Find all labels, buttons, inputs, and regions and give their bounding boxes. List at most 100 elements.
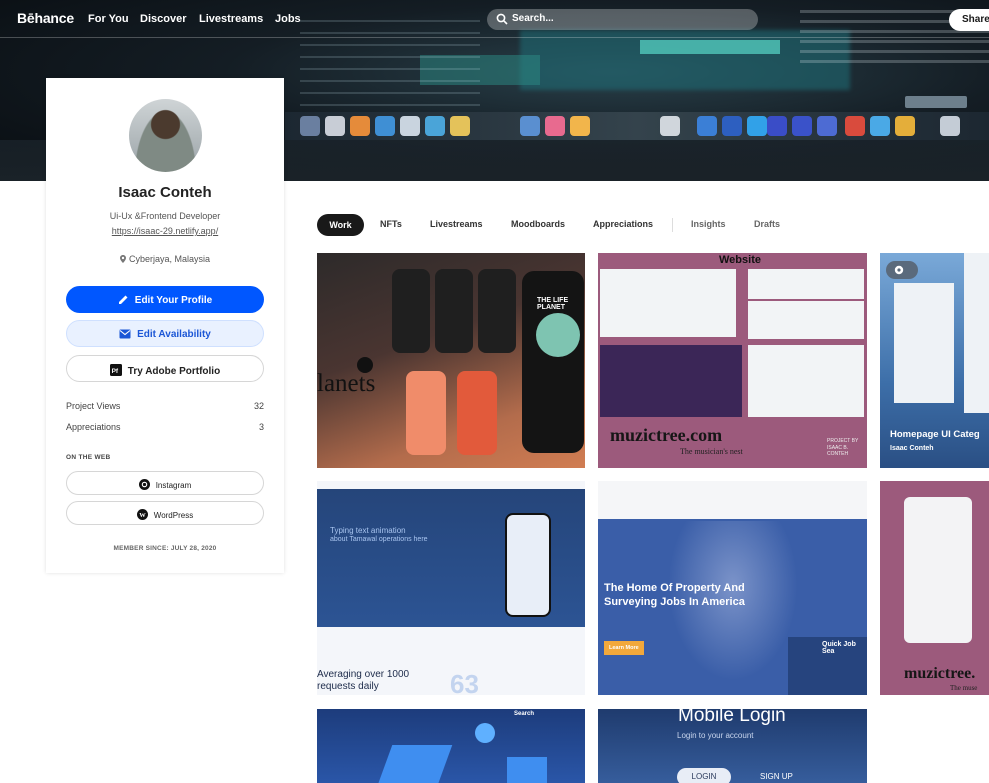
device-graphic <box>377 745 453 783</box>
job-search-label: Quick Job Sea <box>822 641 856 655</box>
edit-profile-button[interactable]: Edit Your Profile <box>66 286 264 313</box>
edit-availability-button[interactable]: Edit Availability <box>66 320 264 347</box>
phone-mockup <box>392 269 430 353</box>
screen-mockup <box>600 345 742 417</box>
instagram-icon <box>138 479 150 490</box>
signup-button: SIGN UP <box>760 772 793 781</box>
project-heading: Website <box>719 254 761 266</box>
project-tagline: The muse <box>950 684 978 692</box>
banner-tag <box>905 96 967 108</box>
project-headline: Surveying Jobs In America <box>604 596 745 608</box>
dock-icon <box>520 116 540 136</box>
edit-profile-label: Edit Your Profile <box>134 295 213 306</box>
settings-menu-button[interactable] <box>886 261 918 279</box>
dock-icon <box>545 116 565 136</box>
profile-name: Isaac Conteh <box>118 184 212 201</box>
pencil-icon <box>118 295 128 304</box>
tab-livestreams[interactable]: Livestreams <box>430 219 483 229</box>
device-graphic <box>475 723 495 743</box>
on-the-web-heading: ON THE WEB <box>66 454 111 461</box>
project-credit: PROJECT BY <box>827 438 859 444</box>
dock-icon <box>350 116 370 136</box>
profile-location: Cyberjaya, Malaysia <box>46 254 284 264</box>
project-heading: Search <box>514 711 535 717</box>
project-tagline: requests daily <box>317 681 379 692</box>
project-owner: Isaac Conteh <box>890 445 934 452</box>
instagram-link[interactable]: Instagram <box>66 471 264 495</box>
project-headline: about Tamawal operations here <box>330 536 428 543</box>
svg-text:Pf: Pf <box>111 368 118 375</box>
nav-link-for-you[interactable]: For You <box>88 13 129 25</box>
adobe-portfolio-icon: Pf <box>109 364 122 376</box>
instagram-label: Instagram <box>155 481 192 490</box>
adobe-portfolio-button[interactable]: Pf Try Adobe Portfolio <box>66 355 264 382</box>
dock-icon <box>747 116 767 136</box>
behance-logo[interactable]: Bēhance <box>17 10 74 26</box>
nav-link-discover[interactable]: Discover <box>140 13 186 25</box>
project-card[interactable]: Typing text animation about Tamawal oper… <box>317 481 585 695</box>
stat-label: Appreciations <box>66 422 121 432</box>
dock-icon <box>767 116 787 136</box>
share-button[interactable]: Share <box>949 9 989 31</box>
login-button: LOGIN <box>677 768 731 783</box>
screen-mockup <box>748 301 864 339</box>
planet-graphic <box>536 313 580 357</box>
nav-link-livestreams[interactable]: Livestreams <box>199 13 263 25</box>
project-card[interactable]: muzictree. The muse <box>880 481 989 695</box>
phone-mockup <box>457 371 497 455</box>
project-number: 63 <box>450 669 479 695</box>
location-text: Cyberjaya, Malaysia <box>128 254 211 264</box>
tab-divider <box>672 218 673 232</box>
project-card[interactable]: THE LIFE PLANET lanets <box>317 253 585 468</box>
dock-icon <box>425 116 445 136</box>
member-since: MEMBER SINCE: JULY 28, 2020 <box>113 545 217 552</box>
stat-project-views: Project Views 32 <box>66 401 264 411</box>
project-card[interactable]: Mobile Login Login to your account LOGIN… <box>598 709 867 783</box>
nav-link-jobs[interactable]: Jobs <box>275 13 301 25</box>
tab-work[interactable]: Work <box>317 214 364 236</box>
tab-drafts[interactable]: Drafts <box>754 219 780 229</box>
envelope-icon <box>119 329 131 339</box>
project-brand: muzictree.com <box>610 425 723 445</box>
wordpress-link[interactable]: W WordPress <box>66 501 264 525</box>
dock-icon <box>570 116 590 136</box>
tab-nfts[interactable]: NFTs <box>380 219 402 229</box>
banner-glow <box>640 40 780 54</box>
screen-mockup <box>894 283 954 403</box>
phone-mockup <box>406 371 446 455</box>
project-card[interactable]: The Home Of Property And Surveying Jobs … <box>598 481 867 695</box>
device-graphic <box>507 757 547 783</box>
phone-mockup <box>435 269 473 353</box>
stat-appreciations: Appreciations 3 <box>66 422 264 432</box>
dock-icon <box>660 116 680 136</box>
adobe-portfolio-label: Try Adobe Portfolio <box>127 366 221 377</box>
project-subtitle: Login to your account <box>677 731 754 740</box>
edit-availability-label: Edit Availability <box>137 329 211 340</box>
project-card[interactable]: Homepage UI Categ Isaac Conteh <box>880 253 989 468</box>
tab-appreciations[interactable]: Appreciations <box>593 219 653 229</box>
tab-moodboards[interactable]: Moodboards <box>511 219 565 229</box>
stat-value: 32 <box>253 401 264 411</box>
dock-icon <box>300 116 320 136</box>
profile-website-link[interactable]: https://isaac-29.netlify.app/ <box>46 226 284 236</box>
dock-icon <box>697 116 717 136</box>
project-title: Homepage UI Categ <box>890 429 980 440</box>
stat-label: Project Views <box>66 401 121 411</box>
project-card[interactable]: Website muzictree.com The musician's nes… <box>598 253 867 468</box>
phone-mockup <box>478 269 516 353</box>
dock-icon <box>375 116 395 136</box>
tab-insights[interactable]: Insights <box>691 219 726 229</box>
dock-icon <box>870 116 890 136</box>
search-input[interactable]: Search... <box>487 9 758 30</box>
search-placeholder: Search... <box>512 13 554 24</box>
search-icon <box>496 13 508 25</box>
project-card[interactable]: Search <box>317 709 585 783</box>
project-title: Mobile Login <box>678 709 786 726</box>
dock-icon <box>722 116 742 136</box>
phone-mockup <box>904 497 972 643</box>
dock-icon <box>895 116 915 136</box>
stat-value: 3 <box>258 422 264 432</box>
dock-icon <box>845 116 865 136</box>
screen-mockup <box>748 345 864 417</box>
learn-more-button: Learn More <box>604 641 644 655</box>
